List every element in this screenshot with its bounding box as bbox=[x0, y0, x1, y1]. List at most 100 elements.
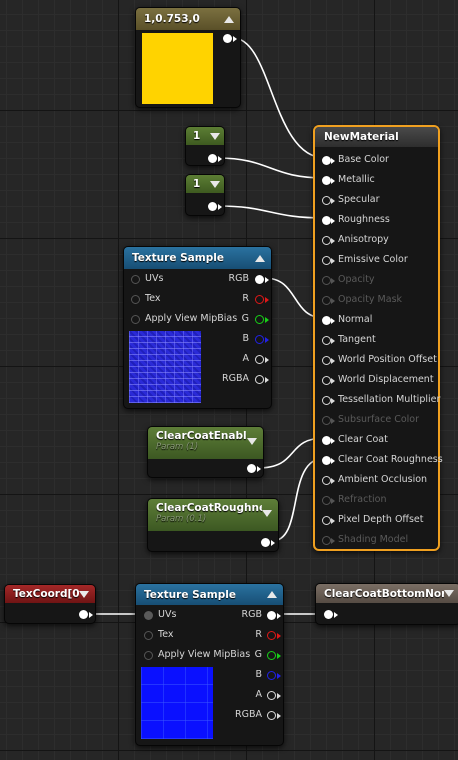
constant-node[interactable]: 1 bbox=[185, 174, 225, 216]
material-result-node[interactable]: NewMaterial Base Color Metallic Specular Ro… bbox=[313, 125, 443, 551]
output-pin[interactable] bbox=[261, 538, 270, 547]
output-arrow-icon bbox=[257, 466, 261, 472]
clearcoat-bottom-normal-node[interactable]: ClearCoatBottomNormal bbox=[315, 583, 458, 625]
input-arrow-icon bbox=[331, 258, 335, 264]
output-pin-rgba[interactable] bbox=[267, 711, 276, 720]
clearcoat-enabled-param-node[interactable]: ClearCoatEnabled Param (1) bbox=[147, 426, 264, 478]
expand-arrow-icon[interactable] bbox=[262, 510, 272, 517]
output-pin-r[interactable] bbox=[267, 631, 276, 640]
input-pin-base-color[interactable] bbox=[322, 156, 331, 165]
color-swatch bbox=[142, 33, 213, 104]
input-label-ambient-occlusion: Ambient Occlusion bbox=[338, 474, 428, 485]
input-pin-tex[interactable] bbox=[131, 295, 140, 304]
node-title: 1,0.753,0 bbox=[144, 13, 200, 25]
node-header[interactable]: NewMaterial bbox=[315, 127, 438, 147]
output-pin[interactable] bbox=[79, 610, 88, 619]
input-pin-ambient-occlusion[interactable] bbox=[322, 476, 331, 485]
wire-const2-to-roughness bbox=[217, 205, 326, 219]
input-pin-subsurface-color bbox=[322, 416, 331, 425]
input-pin-clear-coat-roughness[interactable] bbox=[322, 456, 331, 465]
texture-sample-node[interactable]: Texture Sample UVs Tex Apply View MipBia… bbox=[123, 246, 272, 409]
expand-arrow-icon[interactable] bbox=[210, 180, 220, 188]
input-pin-anisotropy[interactable] bbox=[322, 236, 331, 245]
output-pin-a[interactable] bbox=[255, 355, 264, 364]
input-arrow-icon bbox=[331, 478, 335, 484]
node-title: 1 bbox=[193, 130, 201, 142]
input-label-uvs: UVs bbox=[158, 609, 177, 620]
input-pin-clear-coat[interactable] bbox=[322, 436, 331, 445]
node-header[interactable]: ClearCoatEnabled Param (1) bbox=[148, 427, 263, 459]
input-pin-tangent[interactable] bbox=[322, 336, 331, 345]
output-arrow-icon bbox=[218, 204, 222, 210]
input-arrow-icon bbox=[331, 418, 335, 424]
input-arrow-icon bbox=[331, 298, 335, 304]
input-pin-metallic[interactable] bbox=[322, 176, 331, 185]
input-pin-mipbias[interactable] bbox=[144, 651, 153, 660]
input-pin-mipbias[interactable] bbox=[131, 315, 140, 324]
input-pin-normal[interactable] bbox=[322, 316, 331, 325]
input-pin-emissive-color[interactable] bbox=[322, 256, 331, 265]
output-arrow-icon bbox=[277, 673, 281, 679]
expand-arrow-icon[interactable] bbox=[444, 590, 454, 597]
input-pin-uvs[interactable] bbox=[131, 275, 140, 284]
input-label-mipbias: Apply View MipBias bbox=[158, 649, 251, 660]
node-header[interactable]: Texture Sample bbox=[136, 584, 283, 605]
output-pin[interactable] bbox=[208, 202, 217, 211]
output-label-rgb: RGB bbox=[228, 273, 249, 284]
collapse-arrow-icon[interactable] bbox=[255, 254, 265, 262]
output-pin[interactable] bbox=[223, 34, 232, 43]
input-pin-uvs[interactable] bbox=[144, 611, 153, 620]
input-arrow-icon bbox=[331, 538, 335, 544]
output-arrow-icon bbox=[265, 377, 269, 383]
node-title: ClearCoatRoughness bbox=[156, 502, 262, 514]
output-label-a: A bbox=[242, 353, 250, 364]
input-pin-world-displacement[interactable] bbox=[322, 376, 331, 385]
node-header[interactable]: ClearCoatRoughness Param (0.1) bbox=[148, 499, 278, 531]
output-pin-g[interactable] bbox=[255, 315, 264, 324]
input-label-emissive-color: Emissive Color bbox=[338, 254, 408, 265]
output-pin-rgba[interactable] bbox=[255, 375, 264, 384]
input-pin-specular[interactable] bbox=[322, 196, 331, 205]
expand-arrow-icon[interactable] bbox=[210, 132, 220, 140]
output-pin-rgb[interactable] bbox=[255, 275, 264, 284]
input-pin-roughness[interactable] bbox=[322, 216, 331, 225]
input-pin-tex[interactable] bbox=[144, 631, 153, 640]
node-header[interactable]: 1 bbox=[186, 175, 224, 193]
node-header[interactable]: 1,0.753,0 bbox=[136, 8, 240, 30]
collapse-arrow-icon[interactable] bbox=[267, 591, 277, 598]
node-header[interactable]: ClearCoatBottomNormal bbox=[316, 584, 458, 603]
output-pin-rgb[interactable] bbox=[267, 611, 276, 620]
vector-parameter-node[interactable]: 1,0.753,0 bbox=[135, 7, 241, 108]
input-pin-tessellation-multiplier[interactable] bbox=[322, 396, 331, 405]
output-pin-a[interactable] bbox=[267, 691, 276, 700]
input-arrow-icon bbox=[331, 338, 335, 344]
node-subtitle: Param (0.1) bbox=[156, 514, 207, 524]
output-pin-b[interactable] bbox=[267, 671, 276, 680]
expand-arrow-icon[interactable] bbox=[247, 438, 257, 445]
clearcoat-roughness-param-node[interactable]: ClearCoatRoughness Param (0.1) bbox=[147, 498, 279, 552]
output-label-g: G bbox=[254, 649, 262, 660]
texcoord-node[interactable]: TexCoord[0] bbox=[4, 584, 96, 624]
constant-node[interactable]: 1 bbox=[185, 126, 225, 166]
output-label-rgb: RGB bbox=[241, 609, 262, 620]
texture-sample-node[interactable]: Texture Sample UVs Tex Apply View MipBia… bbox=[135, 583, 284, 746]
input-pin-pixel-depth-offset[interactable] bbox=[322, 516, 331, 525]
output-arrow-icon bbox=[265, 317, 269, 323]
output-pin[interactable] bbox=[208, 154, 217, 163]
node-header[interactable]: 1 bbox=[186, 127, 224, 145]
input-label-clear-coat: Clear Coat bbox=[338, 434, 388, 445]
output-pin-b[interactable] bbox=[255, 335, 264, 344]
expand-arrow-icon[interactable] bbox=[79, 590, 89, 598]
output-pin[interactable] bbox=[247, 464, 256, 473]
input-arrow-icon bbox=[331, 178, 335, 184]
collapse-arrow-icon[interactable] bbox=[224, 15, 234, 23]
output-pin-r[interactable] bbox=[255, 295, 264, 304]
node-header[interactable]: TexCoord[0] bbox=[5, 585, 95, 603]
node-header[interactable]: Texture Sample bbox=[124, 247, 271, 269]
input-pin-world-position-offset[interactable] bbox=[322, 356, 331, 365]
input-label-clear-coat-roughness: Clear Coat Roughness bbox=[338, 454, 443, 465]
output-arrow-icon bbox=[265, 357, 269, 363]
wire-vector-to-basecolor bbox=[232, 37, 326, 159]
output-pin-g[interactable] bbox=[267, 651, 276, 660]
input-pin[interactable] bbox=[324, 610, 333, 619]
